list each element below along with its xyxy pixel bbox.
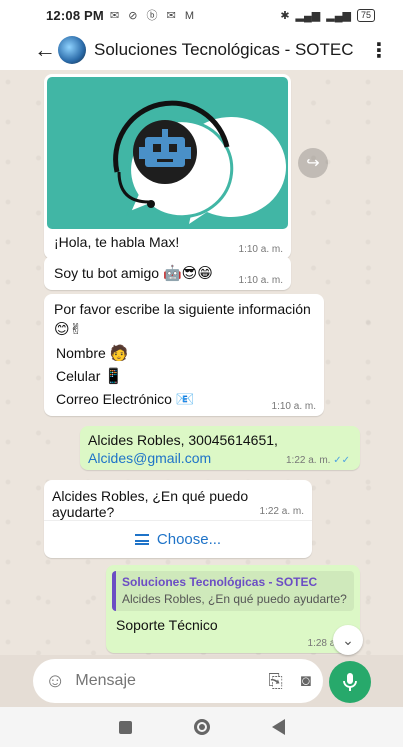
message-text: Por favor escribe la siguiente informaci… (54, 301, 311, 317)
chatbot-headset-illustration (113, 100, 286, 224)
back-arrow-icon[interactable]: ← (34, 37, 58, 63)
status-bar: 12:08 PM ✉ ⊘ ⓑ ✉ M ✱ ▂▄▆ ▂▄▆ 75 (0, 0, 403, 30)
attach-icon[interactable]: ⎘ (268, 671, 282, 692)
read-checkmark-icon: ✓✓ (333, 455, 350, 466)
outgoing-reply-message: Soluciones Tecnológicas - SOTEC Alcides … (106, 565, 360, 653)
message-time: 1:10 a. m. (238, 244, 283, 255)
person-icon: 🧑 (109, 345, 129, 362)
message-time: 1:10 a. m. (271, 401, 316, 412)
list-item: Celular 📱 (56, 367, 123, 385)
contact-avatar[interactable] (58, 36, 86, 64)
message-text: Soporte Técnico (116, 617, 218, 633)
camera-icon[interactable]: ◙ (301, 671, 311, 691)
emoji-icon[interactable]: ☺ (45, 670, 65, 693)
notification-icons: ✉ ⊘ ⓑ ✉ M (109, 10, 198, 22)
message-time: 1:22 a. m. (285, 455, 331, 466)
bot-image[interactable] (47, 77, 288, 229)
message-input-container: ☺ ⎘ ◙ (33, 659, 323, 703)
quoted-message[interactable]: Soluciones Tecnológicas - SOTEC Alcides … (112, 571, 354, 611)
choose-label: Choose... (156, 531, 222, 548)
phone-icon: 📱 (104, 368, 123, 385)
field-label: Correo Electrónico (56, 391, 172, 407)
message-text: ¡Hola, te habla Max! (54, 234, 180, 250)
status-time: 12:08 PM (46, 7, 104, 23)
wifi-signal-icon: ▂▄▆ (326, 9, 351, 22)
message-text: Soy tu bot amigo (54, 265, 160, 281)
chat-area[interactable]: ¡Hola, te habla Max! 1:10 a. m. ↪ Soy tu… (0, 70, 403, 655)
quoted-text: Alcides Robles, ¿En qué puedo ayudarte? (122, 592, 347, 606)
email-link[interactable]: Alcides@gmail.com (88, 450, 211, 466)
status-right: ✱ ▂▄▆ ▂▄▆ 75 (280, 8, 375, 22)
message-time: 1:22 a. m. (259, 506, 304, 517)
chat-title[interactable]: Soluciones Tecnológicas - SOTEC (94, 40, 354, 60)
forward-icon[interactable]: ↪ (298, 148, 328, 178)
message-text: Alcides Robles, 30045614651, (88, 432, 278, 448)
message-bubble: Por favor escribe la siguiente informaci… (44, 294, 324, 416)
message-bubble: Soy tu bot amigo 🤖😎😁 1:10 a. m. (44, 256, 291, 290)
image-message[interactable]: ¡Hola, te habla Max! 1:10 a. m. (44, 74, 291, 259)
interactive-message: Alcides Robles, ¿En qué puedo ayudarte? … (44, 480, 312, 558)
battery-icon: 75 (356, 8, 375, 22)
input-bar: ☺ ⎘ ◙ (0, 655, 403, 707)
emoji-icons: 🤖😎😁 (162, 265, 213, 282)
field-label: Celular (56, 368, 101, 384)
signal-icon: ▂▄▆ (295, 9, 321, 22)
nav-back-icon[interactable] (271, 719, 285, 735)
outgoing-message: Alcides Robles, 30045614651, Alcides@gma… (80, 426, 360, 470)
recent-apps-icon[interactable] (118, 720, 132, 734)
system-nav-bar (0, 707, 403, 747)
field-label: Nombre (56, 345, 106, 361)
chat-header: ← Soluciones Tecnológicas - SOTEC ⋮ (0, 30, 403, 70)
quoted-sender: Soluciones Tecnológicas - SOTEC (122, 575, 318, 589)
message-time: 1:10 a. m. (238, 275, 283, 286)
home-icon[interactable] (193, 719, 210, 735)
list-item: Correo Electrónico 📧 (56, 390, 195, 408)
choose-button[interactable]: Choose... (44, 520, 312, 558)
emoji-icons: 😊✌ (54, 321, 83, 338)
message-input[interactable] (75, 672, 236, 690)
list-icon (134, 534, 149, 545)
email-icon: 📧 (175, 391, 195, 408)
bluetooth-icon: ✱ (280, 9, 290, 22)
more-options-icon[interactable]: ⋮ (369, 38, 389, 63)
scroll-down-button[interactable]: ⌄ (333, 625, 363, 655)
list-item: Nombre 🧑 (56, 344, 128, 362)
mic-icon (343, 673, 357, 691)
mic-button[interactable] (329, 661, 371, 703)
